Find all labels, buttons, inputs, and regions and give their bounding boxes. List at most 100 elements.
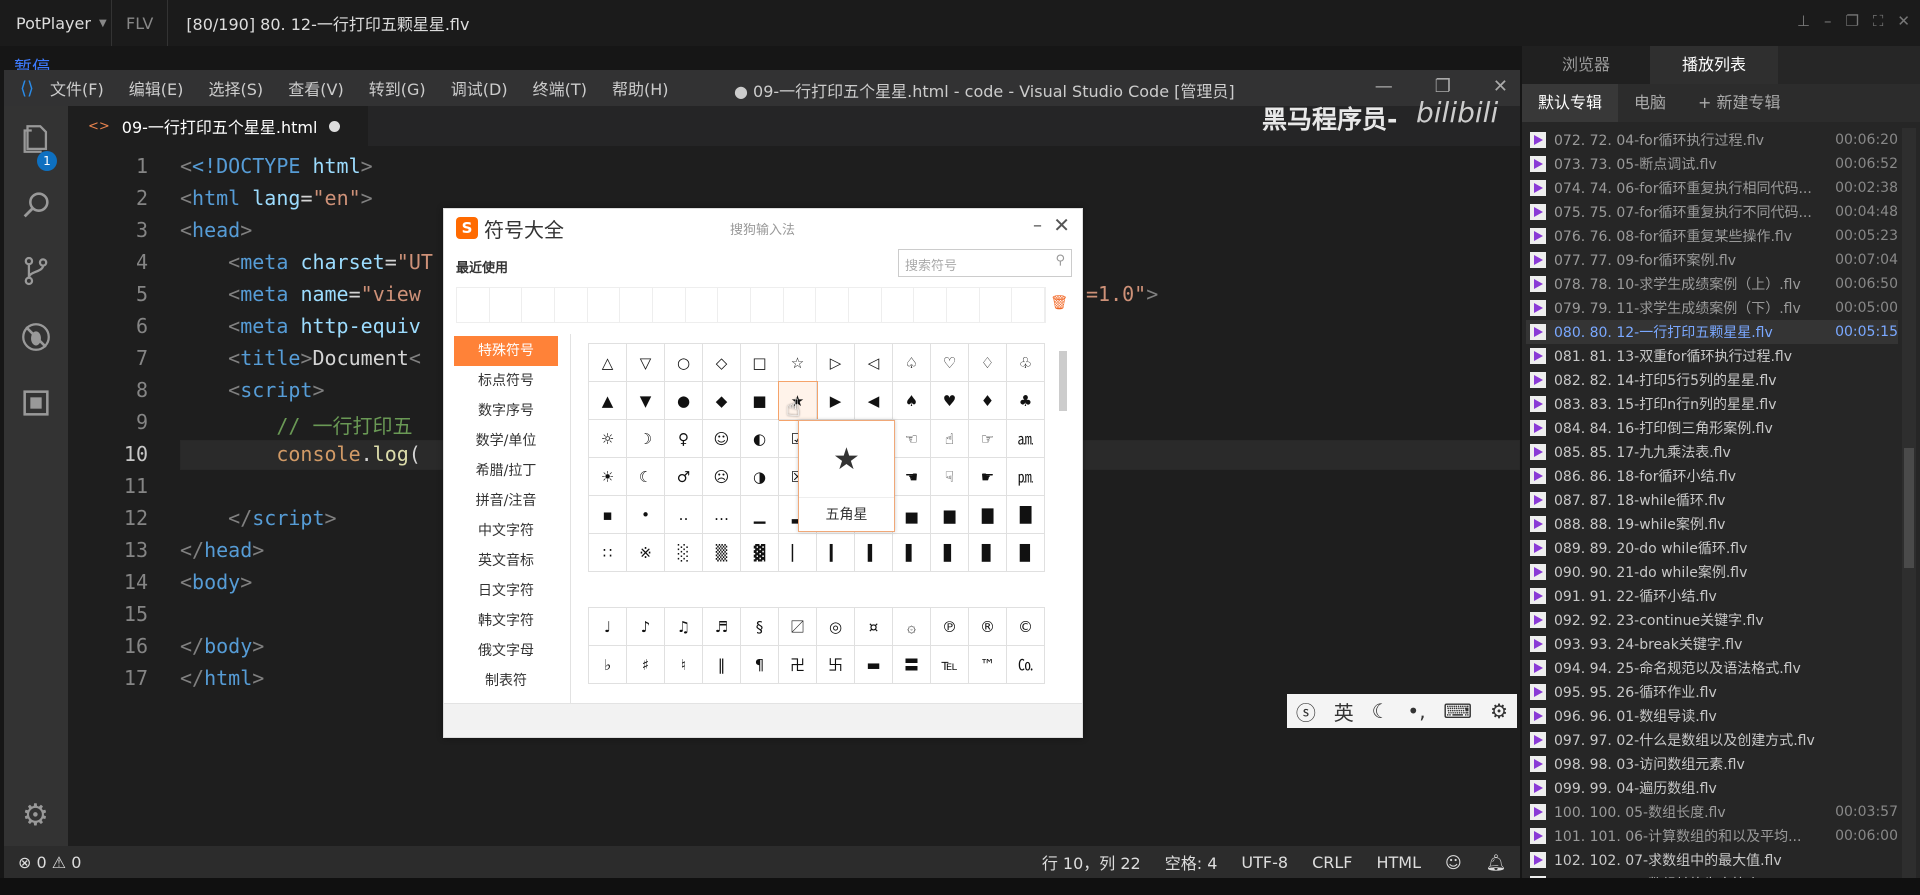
symbol-cell[interactable]: ‥	[665, 496, 703, 534]
trash-icon[interactable]: 🗑︎	[1050, 295, 1068, 311]
symbol-cell[interactable]: ▌	[893, 534, 931, 572]
playlist-item[interactable]: 077. 77. 09-for循环案例.flv 00:07:04	[1526, 248, 1898, 272]
symbol-cell[interactable]: ♡	[931, 344, 969, 382]
symbol-cell[interactable]: ▊	[969, 534, 1007, 572]
symbol-cell[interactable]: ©	[1007, 608, 1045, 646]
symbol-cell[interactable]: ☺	[703, 420, 741, 458]
symbol-cell[interactable]: ♣	[1007, 382, 1045, 420]
symbol-cell[interactable]: ▲	[589, 382, 627, 420]
symbol-cell[interactable]: ♢	[969, 344, 1007, 382]
symbol-cell[interactable]: ∷	[589, 534, 627, 572]
symbol-cell[interactable]: ♀	[665, 420, 703, 458]
symbol-cell[interactable]: ▓	[741, 534, 779, 572]
punctuation-icon[interactable]: •,	[1407, 699, 1425, 723]
playlist-item[interactable]: 082. 82. 14-打印5行5列的星星.flv	[1526, 368, 1898, 392]
symbol-cell[interactable]: 〼	[779, 608, 817, 646]
menu-edit[interactable]: 编辑(E)	[129, 80, 184, 99]
playlist-item[interactable]: 087. 87. 18-while循环.flv	[1526, 488, 1898, 512]
moon-icon[interactable]: ☾	[1372, 699, 1390, 723]
notification-bell-icon[interactable]: 🔔︎	[1486, 853, 1506, 872]
playlist-item[interactable]: 084. 84. 16-打印倒三角形案例.flv	[1526, 416, 1898, 440]
symbol-cell[interactable]: ▽	[627, 344, 665, 382]
playlist-item[interactable]: 075. 75. 07-for循环重复执行不同代码... 00:04:48	[1526, 200, 1898, 224]
playlist-item[interactable]: 090. 90. 21-do while案例.flv	[1526, 560, 1898, 584]
symbol-cell[interactable]: ♮	[665, 646, 703, 684]
symbol-cell[interactable]: ♫	[665, 608, 703, 646]
menu-file[interactable]: 文件(F)	[50, 80, 104, 99]
new-album-button[interactable]: + 新建专辑	[1682, 84, 1797, 122]
symbol-cell[interactable]: ▁	[741, 496, 779, 534]
symbol-cell[interactable]: ℗	[931, 608, 969, 646]
symbol-cell[interactable]: □	[741, 344, 779, 382]
symbol-cell[interactable]: §	[741, 608, 779, 646]
category-item[interactable]: 拼音/注音	[454, 486, 558, 516]
player-menu-button[interactable]: PotPlayer ▼	[0, 0, 112, 46]
tab-html-file[interactable]: <> 09-一行打印五个星星.html	[68, 106, 368, 146]
category-item[interactable]: 日文字符	[454, 576, 558, 606]
debug-icon[interactable]	[4, 304, 68, 370]
symbol-cell[interactable]: ●	[665, 382, 703, 420]
minimize-icon[interactable]: —	[1375, 76, 1393, 97]
symbol-cell[interactable]: ▍	[855, 534, 893, 572]
symbol-cell[interactable]: ◑	[741, 458, 779, 496]
category-item[interactable]: 俄文字母	[454, 636, 558, 666]
playlist-item[interactable]: 097. 97. 02-什么是数组以及创建方式.flv	[1526, 728, 1898, 752]
category-item[interactable]: 英文音标	[454, 546, 558, 576]
playlist-item[interactable]: 086. 86. 18-for循环小结.flv	[1526, 464, 1898, 488]
keyboard-icon[interactable]: ⌨	[1443, 699, 1472, 723]
scroll-thumb[interactable]	[1059, 351, 1067, 411]
playlist-item[interactable]: 094. 94. 25-命名规范以及语法格式.flv	[1526, 656, 1898, 680]
symbol-cell[interactable]: ۞	[893, 608, 931, 646]
line-ending[interactable]: CRLF	[1312, 853, 1352, 872]
symbol-cell[interactable]: ※	[627, 534, 665, 572]
playlist-item[interactable]: 100. 100. 05-数组长度.flv 00:03:57	[1526, 800, 1898, 824]
menu-goto[interactable]: 转到(G)	[369, 80, 426, 99]
symbol-cell[interactable]: ☜	[893, 420, 931, 458]
source-control-icon[interactable]	[4, 238, 68, 304]
close-icon[interactable]: ✕	[1493, 76, 1508, 97]
unsaved-dot-icon[interactable]	[329, 120, 341, 132]
symbol-cell[interactable]: ░	[665, 534, 703, 572]
symbol-cell[interactable]: ℡	[931, 646, 969, 684]
category-item[interactable]: 制表符	[454, 666, 558, 696]
menu-selection[interactable]: 选择(S)	[209, 80, 264, 99]
playlist-item[interactable]: 093. 93. 24-break关键字.flv	[1526, 632, 1898, 656]
category-item[interactable]: 数字序号	[454, 396, 558, 426]
explorer-icon[interactable]: 1	[4, 106, 68, 172]
gear-icon[interactable]: ⚙	[1490, 699, 1508, 723]
playlist-item[interactable]: 079. 79. 11-求学生成绩案例（下）.flv 00:05:00	[1526, 296, 1898, 320]
close-icon[interactable]: ✕	[1897, 12, 1910, 30]
scroll-thumb[interactable]	[1904, 448, 1914, 568]
symbol-cell[interactable]: ☟	[931, 458, 969, 496]
playlist-item[interactable]: 074. 74. 06-for循环重复执行相同代码... 00:02:38	[1526, 176, 1898, 200]
playlist-item[interactable]: 076. 76. 08-for循环重复某些操作.flv 00:05:23	[1526, 224, 1898, 248]
playlist-item[interactable]: 096. 96. 01-数组导读.flv	[1526, 704, 1898, 728]
symbol-cell[interactable]: ♤	[893, 344, 931, 382]
playlist-item[interactable]: 083. 83. 15-打印n行n列的星星.flv	[1526, 392, 1898, 416]
symbol-cell[interactable]: ◎	[817, 608, 855, 646]
symbol-cell[interactable]: █	[1007, 496, 1045, 534]
search-icon[interactable]: ⚲	[1055, 253, 1065, 268]
symbol-cell[interactable]: ☝	[931, 420, 969, 458]
playlist-item[interactable]: 078. 78. 10-求学生成绩案例（上）.flv 00:06:50	[1526, 272, 1898, 296]
symbol-cell[interactable]: ㏂	[1007, 420, 1045, 458]
category-item[interactable]: 中文字符	[454, 516, 558, 546]
category-item[interactable]: 希腊/拉丁	[454, 456, 558, 486]
fullscreen-icon[interactable]: ⛶	[1873, 12, 1884, 30]
extensions-icon[interactable]	[4, 370, 68, 436]
symbol-cell[interactable]: ™	[969, 646, 1007, 684]
playlist-item[interactable]: 091. 91. 22-循环小结.flv	[1526, 584, 1898, 608]
playlist-item[interactable]: 085. 85. 17-九九乘法表.flv	[1526, 440, 1898, 464]
symbol-cell[interactable]: ▒	[703, 534, 741, 572]
language-mode[interactable]: HTML	[1376, 853, 1421, 872]
playlist-item[interactable]: 098. 98. 03-访问数组元素.flv	[1526, 752, 1898, 776]
symbol-cell[interactable]: ♠	[893, 382, 931, 420]
playlist-item[interactable]: 095. 95. 26-循环作业.flv	[1526, 680, 1898, 704]
symbol-cell[interactable]: ▉	[1007, 534, 1045, 572]
symbol-cell[interactable]: ♪	[627, 608, 665, 646]
category-item[interactable]: 数学/单位	[454, 426, 558, 456]
feedback-smiley-icon[interactable]: ☺	[1445, 853, 1462, 872]
symbol-cell[interactable]: △	[589, 344, 627, 382]
symbol-cell[interactable]: ▪	[589, 496, 627, 534]
symbol-cell[interactable]: ◀	[855, 382, 893, 420]
